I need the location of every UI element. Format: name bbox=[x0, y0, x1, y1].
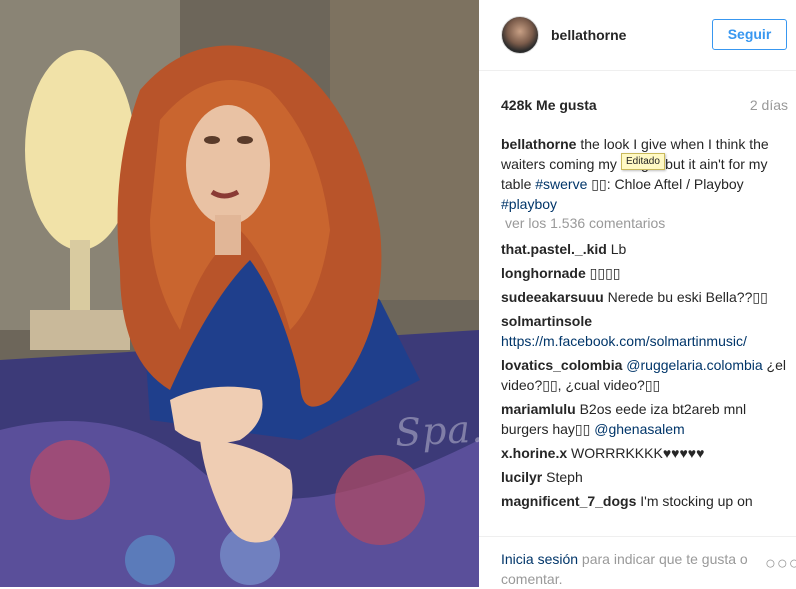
comment-username[interactable]: sudeeakarsuuu bbox=[501, 289, 604, 305]
comment-text: Lb bbox=[606, 241, 627, 257]
comment-item: lovatics_colombia @ruggelaria.colombia ¿… bbox=[501, 355, 791, 395]
watermark-text: Spa... bbox=[393, 405, 479, 455]
comment-text: Steph bbox=[542, 469, 583, 485]
likes-count[interactable]: 428k Me gusta bbox=[501, 97, 597, 113]
comment-username[interactable]: that.pastel._.kid bbox=[501, 241, 607, 257]
hashtag-playboy[interactable]: #playboy bbox=[501, 196, 557, 212]
post-caption: bellathorne the look I give when I think… bbox=[501, 134, 786, 214]
login-link[interactable]: Inicia sesión bbox=[501, 551, 578, 567]
follow-button[interactable]: Seguir bbox=[712, 19, 787, 50]
comment-mention[interactable]: @ghenasalem bbox=[594, 421, 685, 437]
comment-text: ▯▯▯▯ bbox=[585, 265, 621, 281]
comment-username[interactable]: solmartinsole bbox=[501, 313, 592, 329]
post-timestamp[interactable]: 2 días bbox=[750, 97, 788, 113]
comment-item: that.pastel._.kid Lb bbox=[501, 239, 791, 259]
comment-username[interactable]: magnificent_7_dogs bbox=[501, 493, 636, 509]
post-footer: Inicia sesión para indicar que te gusta … bbox=[479, 536, 796, 588]
photo-illustration bbox=[0, 0, 479, 587]
view-comments-link[interactable]: ver los 1.536 comentarios bbox=[505, 215, 665, 231]
caption-username[interactable]: bellathorne bbox=[501, 136, 576, 152]
comment-username[interactable]: x.horine.x bbox=[501, 445, 567, 461]
comment-link[interactable]: https://m.facebook.com/solmartinmusic/ bbox=[501, 333, 747, 349]
comment-mention[interactable]: @ruggelaria.colombia bbox=[622, 357, 762, 373]
comment-item: mariamlulu B2os eede iza bt2areb mnl bur… bbox=[501, 399, 791, 439]
comment-username[interactable]: longhornade bbox=[501, 265, 586, 281]
comments-list: that.pastel._.kid Lb longhornade ▯▯▯▯ su… bbox=[501, 239, 791, 515]
comment-text: WORRRKKKK♥♥♥♥♥ bbox=[567, 445, 705, 461]
post-view: Spa... bellathorne Seguir 428k Me gusta … bbox=[0, 0, 796, 587]
caption-text-4: : Chloe Aftel / Playboy bbox=[606, 176, 744, 192]
comment-item: solmartinsole https://m.facebook.com/sol… bbox=[501, 311, 791, 351]
comment-item: lucilyr Steph bbox=[501, 467, 791, 487]
comment-username[interactable]: lovatics_colombia bbox=[501, 357, 622, 373]
comment-item: magnificent_7_dogs I'm stocking up on bbox=[501, 491, 791, 511]
avatar[interactable] bbox=[501, 16, 539, 54]
emoji-placeholder: ▯▯ bbox=[591, 176, 607, 192]
post-header: bellathorne Seguir bbox=[479, 0, 796, 71]
comment-item: longhornade ▯▯▯▯ bbox=[501, 263, 791, 283]
login-prompt: Inicia sesión para indicar que te gusta … bbox=[501, 549, 761, 589]
author-username[interactable]: bellathorne bbox=[551, 27, 626, 43]
comment-text: Nerede bu eski Bella??▯▯ bbox=[603, 289, 768, 305]
ellipsis-icon[interactable]: ○○○ bbox=[765, 553, 796, 574]
post-side-panel: bellathorne Seguir 428k Me gusta 2 días … bbox=[479, 0, 796, 587]
edited-tooltip: Editado bbox=[621, 153, 665, 170]
comment-username[interactable]: mariamlulu bbox=[501, 401, 576, 417]
comment-username[interactable]: lucilyr bbox=[501, 469, 542, 485]
comment-item: x.horine.x WORRRKKKK♥♥♥♥♥ bbox=[501, 443, 791, 463]
comment-text: I'm stocking up on bbox=[636, 493, 753, 509]
hashtag-swerve[interactable]: #swerve bbox=[535, 176, 587, 192]
post-photo[interactable]: Spa... bbox=[0, 0, 479, 587]
comment-item: sudeeakarsuuu Nerede bu eski Bella??▯▯ bbox=[501, 287, 791, 307]
